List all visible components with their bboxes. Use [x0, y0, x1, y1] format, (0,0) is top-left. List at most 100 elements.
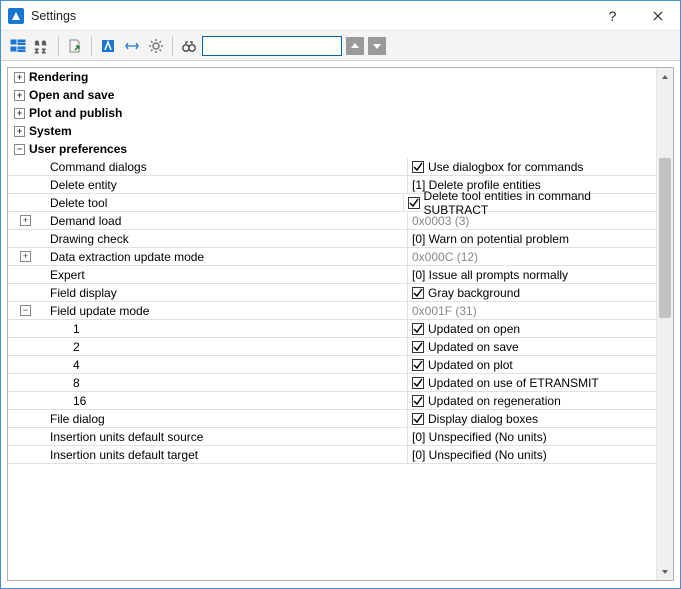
- pref-label: Insertion units default source: [50, 430, 203, 444]
- category-user-preferences[interactable]: −User preferences: [8, 140, 656, 158]
- category-label: System: [29, 124, 72, 138]
- pref-value: 0x001F (31): [412, 304, 477, 318]
- pref-label: Drawing check: [50, 232, 129, 246]
- pref-demand-load[interactable]: + Demand load 0x0003 (3): [8, 212, 656, 230]
- checkbox[interactable]: [412, 377, 424, 389]
- category-label: User preferences: [29, 142, 127, 156]
- bit-text: Updated on use of ETRANSMIT: [428, 376, 599, 390]
- pref-field-update-bit[interactable]: 8 Updated on use of ETRANSMIT: [8, 374, 656, 392]
- pref-delete-tool[interactable]: Delete tool Delete tool entities in comm…: [8, 194, 656, 212]
- pref-label: Demand load: [50, 214, 121, 228]
- pref-field-update-bit[interactable]: 4 Updated on plot: [8, 356, 656, 374]
- separator: [58, 36, 59, 56]
- pref-label: Command dialogs: [50, 160, 147, 174]
- svg-text:z: z: [35, 48, 39, 54]
- checkbox[interactable]: [412, 359, 424, 371]
- pref-insertion-units-source[interactable]: Insertion units default source [0] Unspe…: [8, 428, 656, 446]
- gear-button[interactable]: [145, 35, 167, 57]
- app-icon: [7, 7, 25, 25]
- pref-insertion-units-target[interactable]: Insertion units default target [0] Unspe…: [8, 446, 656, 464]
- alphabetic-view-button[interactable]: aazz: [31, 35, 53, 57]
- svg-text:a: a: [42, 40, 46, 47]
- window-title: Settings: [31, 9, 76, 23]
- checkbox[interactable]: [412, 341, 424, 353]
- expand-icon[interactable]: +: [14, 108, 25, 119]
- pref-label: Data extraction update mode: [50, 250, 204, 264]
- close-button[interactable]: [635, 1, 680, 31]
- checkbox[interactable]: [412, 413, 424, 425]
- pref-drawing-check[interactable]: Drawing check [0] Warn on potential prob…: [8, 230, 656, 248]
- scrollbar[interactable]: [656, 68, 673, 580]
- collapse-icon[interactable]: −: [20, 305, 31, 316]
- category-plot-publish[interactable]: +Plot and publish: [8, 104, 656, 122]
- bit-label: 8: [73, 376, 80, 390]
- pref-expert[interactable]: Expert [0] Issue all prompts normally: [8, 266, 656, 284]
- search-prev-button[interactable]: [346, 37, 364, 55]
- search-next-button[interactable]: [368, 37, 386, 55]
- bit-label: 16: [73, 394, 86, 408]
- pref-field-update-bit[interactable]: 1 Updated on open: [8, 320, 656, 338]
- scroll-down-icon[interactable]: [657, 563, 673, 580]
- pref-label: Expert: [50, 268, 85, 282]
- pref-label: Field update mode: [50, 304, 149, 318]
- bit-label: 1: [73, 322, 80, 336]
- pref-value: Use dialogbox for commands: [428, 160, 583, 174]
- categorized-view-button[interactable]: [7, 35, 29, 57]
- bit-text: Updated on save: [428, 340, 519, 354]
- collapse-icon[interactable]: −: [14, 144, 25, 155]
- bit-label: 2: [73, 340, 80, 354]
- pref-file-dialog[interactable]: File dialog Display dialog boxes: [8, 410, 656, 428]
- pref-label: Delete entity: [50, 178, 117, 192]
- restore-defaults-button[interactable]: [121, 35, 143, 57]
- separator: [91, 36, 92, 56]
- bit-text: Updated on regeneration: [428, 394, 561, 408]
- bit-label: 4: [73, 358, 80, 372]
- pref-field-update-bit[interactable]: 2 Updated on save: [8, 338, 656, 356]
- checkbox[interactable]: [408, 197, 420, 209]
- category-label: Rendering: [29, 70, 88, 84]
- pref-data-extraction[interactable]: + Data extraction update mode 0x000C (12): [8, 248, 656, 266]
- scroll-thumb[interactable]: [659, 158, 671, 318]
- bit-text: Updated on plot: [428, 358, 513, 372]
- expand-icon[interactable]: +: [20, 251, 31, 262]
- category-system[interactable]: + System: [8, 122, 656, 140]
- binoculars-icon[interactable]: [178, 35, 200, 57]
- settings-tree[interactable]: + Rendering + Open and save +Plot and publ…: [8, 68, 656, 580]
- pref-value: [0] Warn on potential problem: [412, 232, 569, 246]
- separator: [172, 36, 173, 56]
- export-button[interactable]: [64, 35, 86, 57]
- pref-label: Insertion units default target: [50, 448, 198, 462]
- titlebar: Settings ?: [1, 1, 680, 31]
- settings-panel: + Rendering + Open and save +Plot and publ…: [7, 67, 674, 581]
- scroll-up-icon[interactable]: [657, 68, 673, 85]
- expand-icon[interactable]: +: [20, 215, 31, 226]
- pref-field-update-bit[interactable]: 16 Updated on regeneration: [8, 392, 656, 410]
- checkbox[interactable]: [412, 323, 424, 335]
- svg-text:z: z: [42, 48, 46, 54]
- pref-label: Delete tool: [50, 196, 107, 210]
- checkbox[interactable]: [412, 395, 424, 407]
- pref-value: 0x0003 (3): [412, 214, 469, 228]
- checkbox[interactable]: [412, 287, 424, 299]
- category-label: Open and save: [29, 88, 114, 102]
- checkbox[interactable]: [412, 161, 424, 173]
- search-input[interactable]: [202, 36, 342, 56]
- pref-field-display[interactable]: Field display Gray background: [8, 284, 656, 302]
- expand-icon[interactable]: +: [14, 126, 25, 137]
- pref-label: File dialog: [50, 412, 105, 426]
- category-rendering[interactable]: + Rendering: [8, 68, 656, 86]
- expand-icon[interactable]: +: [14, 90, 25, 101]
- svg-text:a: a: [35, 40, 39, 47]
- pref-value: [0] Issue all prompts normally: [412, 268, 568, 282]
- pref-label: Field display: [50, 286, 117, 300]
- show-differences-button[interactable]: [97, 35, 119, 57]
- bit-text: Updated on open: [428, 322, 520, 336]
- pref-field-update-mode[interactable]: − Field update mode 0x001F (31): [8, 302, 656, 320]
- pref-command-dialogs[interactable]: Command dialogs Use dialogbox for comman…: [8, 158, 656, 176]
- pref-value: 0x000C (12): [412, 250, 478, 264]
- toolbar: aazz: [1, 31, 680, 61]
- help-button[interactable]: ?: [590, 1, 635, 31]
- expand-icon[interactable]: +: [14, 72, 25, 83]
- pref-value: [0] Unspecified (No units): [412, 448, 547, 462]
- category-open-save[interactable]: + Open and save: [8, 86, 656, 104]
